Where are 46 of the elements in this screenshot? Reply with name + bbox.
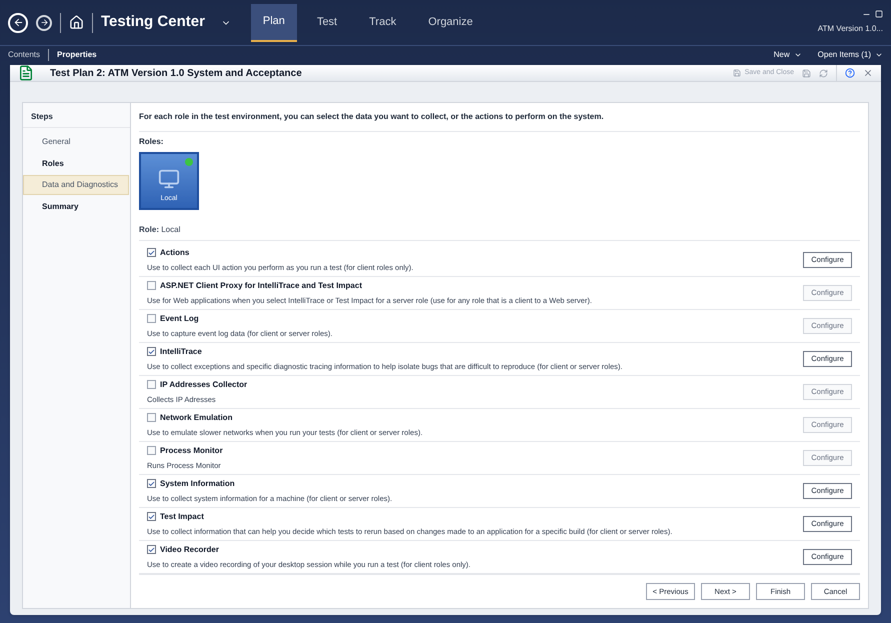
forward-icon xyxy=(40,18,48,27)
test-plan-icon xyxy=(18,65,34,81)
nav-tab[interactable]: Test xyxy=(304,4,350,42)
nav-tab[interactable]: Organize xyxy=(416,4,485,42)
step-item[interactable]: Data and Diagnostics xyxy=(23,175,129,195)
role-label: Role: Local xyxy=(139,224,180,236)
roles-heading: Roles: xyxy=(139,136,164,148)
menu-button[interactable]: Open Items (1) xyxy=(818,48,883,60)
adapter-name: Video Recorder xyxy=(160,544,219,556)
sub-tab[interactable]: Contents xyxy=(8,48,40,60)
sub-tab[interactable]: Properties xyxy=(57,48,97,60)
adapter-name: System Information xyxy=(160,478,235,490)
adapter-name: Event Log xyxy=(160,312,199,325)
intro-text: For each role in the test environment, you can select the data you want to collect, or the actions to perform on the system. xyxy=(139,111,605,123)
adapter-name: Process Monitor xyxy=(160,444,223,457)
forward-button[interactable] xyxy=(36,14,52,30)
checkbox[interactable] xyxy=(147,512,156,522)
maximize-icon[interactable] xyxy=(875,10,883,18)
back-icon xyxy=(12,17,24,28)
step-item[interactable]: Roles xyxy=(23,154,129,174)
menu-button[interactable]: New xyxy=(774,48,802,60)
step-item[interactable]: General xyxy=(23,132,129,152)
checkbox[interactable] xyxy=(147,248,156,258)
nav-tab[interactable]: Plan xyxy=(250,4,297,42)
adapter-name: Actions xyxy=(160,246,190,259)
adapter-name: Network Emulation xyxy=(160,412,232,424)
project-name: ATM Version 1.0... xyxy=(818,23,883,35)
checkbox[interactable] xyxy=(147,479,156,488)
step-item[interactable]: Summary xyxy=(23,196,129,216)
nav-tab[interactable]: Track xyxy=(357,4,408,42)
steps-heading: Steps xyxy=(23,107,130,128)
checkbox[interactable] xyxy=(147,545,156,554)
checkbox[interactable] xyxy=(147,347,156,356)
close-icon[interactable] xyxy=(863,68,873,78)
adapter-name: ASP.NET Client Proxy for IntelliTrace and Test Impact xyxy=(160,280,362,292)
home-icon xyxy=(69,15,84,30)
home-button[interactable] xyxy=(69,15,84,30)
computer-icon xyxy=(158,168,180,190)
adapter-name: Test Impact xyxy=(160,510,204,523)
adapter-name: IP Addresses Collector xyxy=(160,378,248,391)
back-button[interactable] xyxy=(8,12,28,32)
save-icon xyxy=(732,69,741,77)
app-title: Testing Center xyxy=(101,12,205,32)
window-title: Test Plan 2: ATM Version 1.0 System and Acceptance xyxy=(50,66,302,80)
help-icon[interactable] xyxy=(845,68,855,78)
adapter-name: IntelliTrace xyxy=(160,346,202,358)
